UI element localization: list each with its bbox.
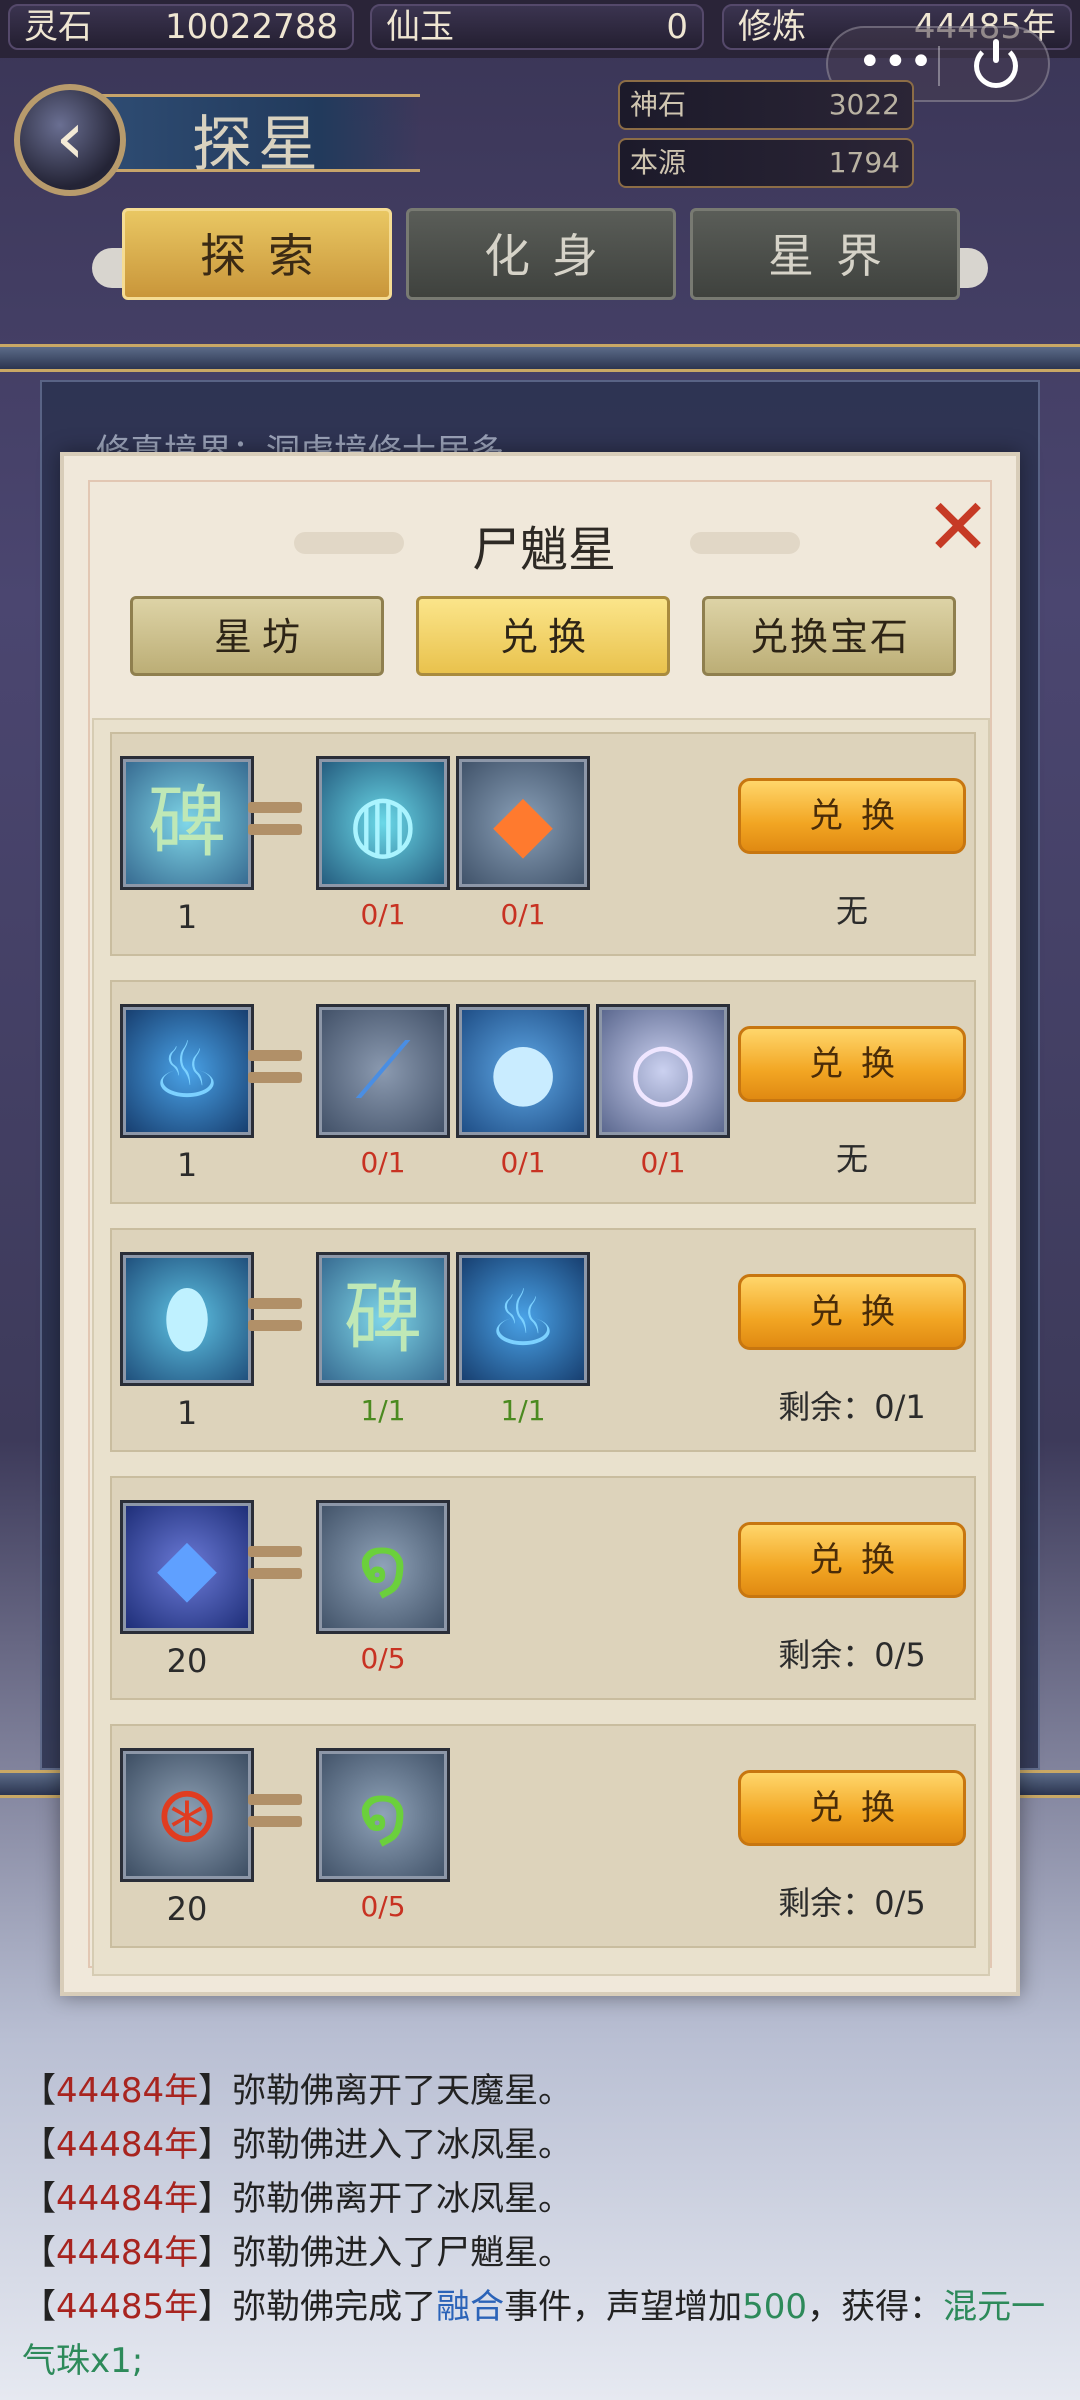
cost-progress: 0/5 <box>360 1890 406 1923</box>
cost-progress: 0/1 <box>360 898 406 931</box>
log-text: 弥勒佛离开了天魔星。 <box>232 2071 573 2111</box>
log-reputation: 500 <box>742 2287 808 2327</box>
modal-title: 尸魈星 <box>471 522 616 578</box>
equals-icon <box>248 1546 302 1582</box>
cost-progress: 0/1 <box>640 1146 686 1179</box>
tab-star-shop[interactable]: 星坊 <box>130 596 384 676</box>
jade-dragon-icon[interactable]: ໑ <box>316 1500 450 1634</box>
log-year: 44484年 <box>56 2125 199 2165</box>
resource-label: 灵石 <box>24 7 92 47</box>
exchange-row: ⊛ 20 ໑ 0/5 兑换 剩余：0/5 <box>110 1724 976 1948</box>
cost-progress: 1/1 <box>360 1394 406 1427</box>
target-quantity: 20 <box>166 1890 208 1928</box>
resource-value: 0 <box>666 7 688 47</box>
stone-stele-icon[interactable]: 碑 <box>316 1252 450 1386</box>
log-year: 44484年 <box>56 2233 199 2273</box>
tab-explore[interactable]: 探索 <box>122 208 392 300</box>
log-year: 44485年 <box>56 2287 199 2327</box>
remaining-count: 剩余：0/5 <box>778 1884 926 1922</box>
fire-crystal-icon[interactable]: ◆ <box>456 756 590 890</box>
exchange-button[interactable]: 兑换 <box>738 1770 966 1846</box>
stat-label: 本源 <box>630 146 687 179</box>
blue-flame-icon[interactable]: ♨ <box>456 1252 590 1386</box>
capsule-divider <box>938 46 940 86</box>
resource-immortal-jade: 仙玉 0 <box>370 4 704 50</box>
equals-icon <box>248 1794 302 1830</box>
equals-icon <box>248 1050 302 1086</box>
resource-value: 10022788 <box>164 7 338 47</box>
equals-icon <box>248 1298 302 1334</box>
exchange-list[interactable]: 碑 1 ◍ 0/1 ◆ 0/1 兑换 无 ♨ 1 ⟋ 0/1 ● 0/1 ○ 0… <box>92 718 990 1976</box>
log-line: 【44484年】弥勒佛进入了冰凤星。 <box>22 2125 573 2165</box>
exchange-button[interactable]: 兑换 <box>738 1274 966 1350</box>
log-year: 44484年 <box>56 2179 199 2219</box>
cost-progress: 0/1 <box>360 1146 406 1179</box>
tab-star-realm[interactable]: 星界 <box>690 208 960 300</box>
stone-stele-icon[interactable]: 碑 <box>120 756 254 890</box>
log-text: 事件，声望增加 <box>504 2287 743 2327</box>
exchange-modal: 尸魈星 ✕ 星坊 兑换 兑换宝石 碑 1 ◍ 0/1 ◆ 0/1 兑换 无 ♨ … <box>60 452 1020 1996</box>
pearl-orb-icon[interactable]: ○ <box>596 1004 730 1138</box>
log-text: 弥勒佛进入了尸魈星。 <box>232 2233 573 2273</box>
spirit-orb-icon[interactable]: ◍ <box>316 756 450 890</box>
tab-exchange-gems[interactable]: 兑换宝石 <box>702 596 956 676</box>
exchange-button[interactable]: 兑换 <box>738 1026 966 1102</box>
cost-progress: 0/1 <box>500 1146 546 1179</box>
log-line: 【44484年】弥勒佛进入了尸魈星。 <box>22 2233 573 2273</box>
close-icon[interactable]: ✕ <box>922 489 994 567</box>
stat-value: 3022 <box>828 88 900 121</box>
blue-gem-icon[interactable]: ◆ <box>120 1500 254 1634</box>
back-button[interactable]: ‹ <box>14 84 126 196</box>
log-event-name: 融合 <box>436 2287 505 2327</box>
log-text: 弥勒佛离开了冰凤星。 <box>232 2179 573 2219</box>
jade-dragon-icon[interactable]: ໑ <box>316 1748 450 1882</box>
cost-progress: 1/1 <box>500 1394 546 1427</box>
close-miniprogram-icon[interactable] <box>974 39 1018 88</box>
log-year: 44484年 <box>56 2071 199 2111</box>
back-arrow-icon: ‹ <box>55 95 85 181</box>
log-text: 弥勒佛完成了 <box>232 2287 437 2327</box>
stat-label: 神石 <box>630 88 687 121</box>
exchange-button[interactable]: 兑换 <box>738 1522 966 1598</box>
remaining-count: 剩余：0/5 <box>778 1636 926 1674</box>
target-quantity: 20 <box>166 1642 208 1680</box>
exchange-row: ♨ 1 ⟋ 0/1 ● 0/1 ○ 0/1 兑换 无 <box>110 980 976 1204</box>
log-line: 【44484年】弥勒佛离开了冰凤星。 <box>22 2179 573 2219</box>
remaining-count: 无 <box>835 892 868 930</box>
exchange-row: ◆ 20 ໑ 0/5 兑换 剩余：0/5 <box>110 1476 976 1700</box>
log-line: 【44484年】弥勒佛离开了天魔星。 <box>22 2071 573 2111</box>
target-quantity: 1 <box>176 1394 198 1432</box>
target-quantity: 1 <box>176 1146 198 1184</box>
log-text: 弥勒佛进入了冰凤星。 <box>232 2125 573 2165</box>
cost-progress: 0/5 <box>360 1642 406 1675</box>
resource-label: 修炼 <box>738 7 806 47</box>
exchange-row: ⬮ 1 碑 1/1 ♨ 1/1 兑换 剩余：0/1 <box>110 1228 976 1452</box>
exchange-row: 碑 1 ◍ 0/1 ◆ 0/1 兑换 无 <box>110 732 976 956</box>
stat-divine-stone: 神石 3022 <box>618 80 914 130</box>
remaining-count: 无 <box>835 1140 868 1178</box>
blade-shard-icon[interactable]: ⟋ <box>316 1004 450 1138</box>
caged-orb-icon[interactable]: ⊛ <box>120 1748 254 1882</box>
tab-avatar[interactable]: 化身 <box>406 208 676 300</box>
tab-exchange[interactable]: 兑换 <box>416 596 670 676</box>
equals-icon <box>248 802 302 838</box>
blue-flame-icon[interactable]: ♨ <box>120 1004 254 1138</box>
cost-progress: 0/1 <box>500 898 546 931</box>
stat-origin: 本源 1794 <box>618 138 914 188</box>
wave-orb-icon[interactable]: ● <box>456 1004 590 1138</box>
exchange-button[interactable]: 兑换 <box>738 778 966 854</box>
stat-value: 1794 <box>828 146 900 179</box>
log-text: ，获得： <box>807 2287 944 2327</box>
remaining-count: 剩余：0/1 <box>778 1388 926 1426</box>
target-quantity: 1 <box>176 898 198 936</box>
event-log: 【44484年】弥勒佛离开了天魔星。 【44484年】弥勒佛进入了冰凤星。 【4… <box>22 2064 1062 2388</box>
scroll-rod-top <box>0 344 1080 372</box>
log-line: 【44485年】弥勒佛完成了融合事件，声望增加500，获得：混元一气珠x1; <box>22 2287 1046 2381</box>
more-menu-icon[interactable]: ••• <box>858 42 935 82</box>
resource-spirit-stone: 灵石 10022788 <box>8 4 354 50</box>
spirit-egg-icon[interactable]: ⬮ <box>120 1252 254 1386</box>
resource-label: 仙玉 <box>386 7 454 47</box>
page-title: 探星 <box>192 110 324 180</box>
